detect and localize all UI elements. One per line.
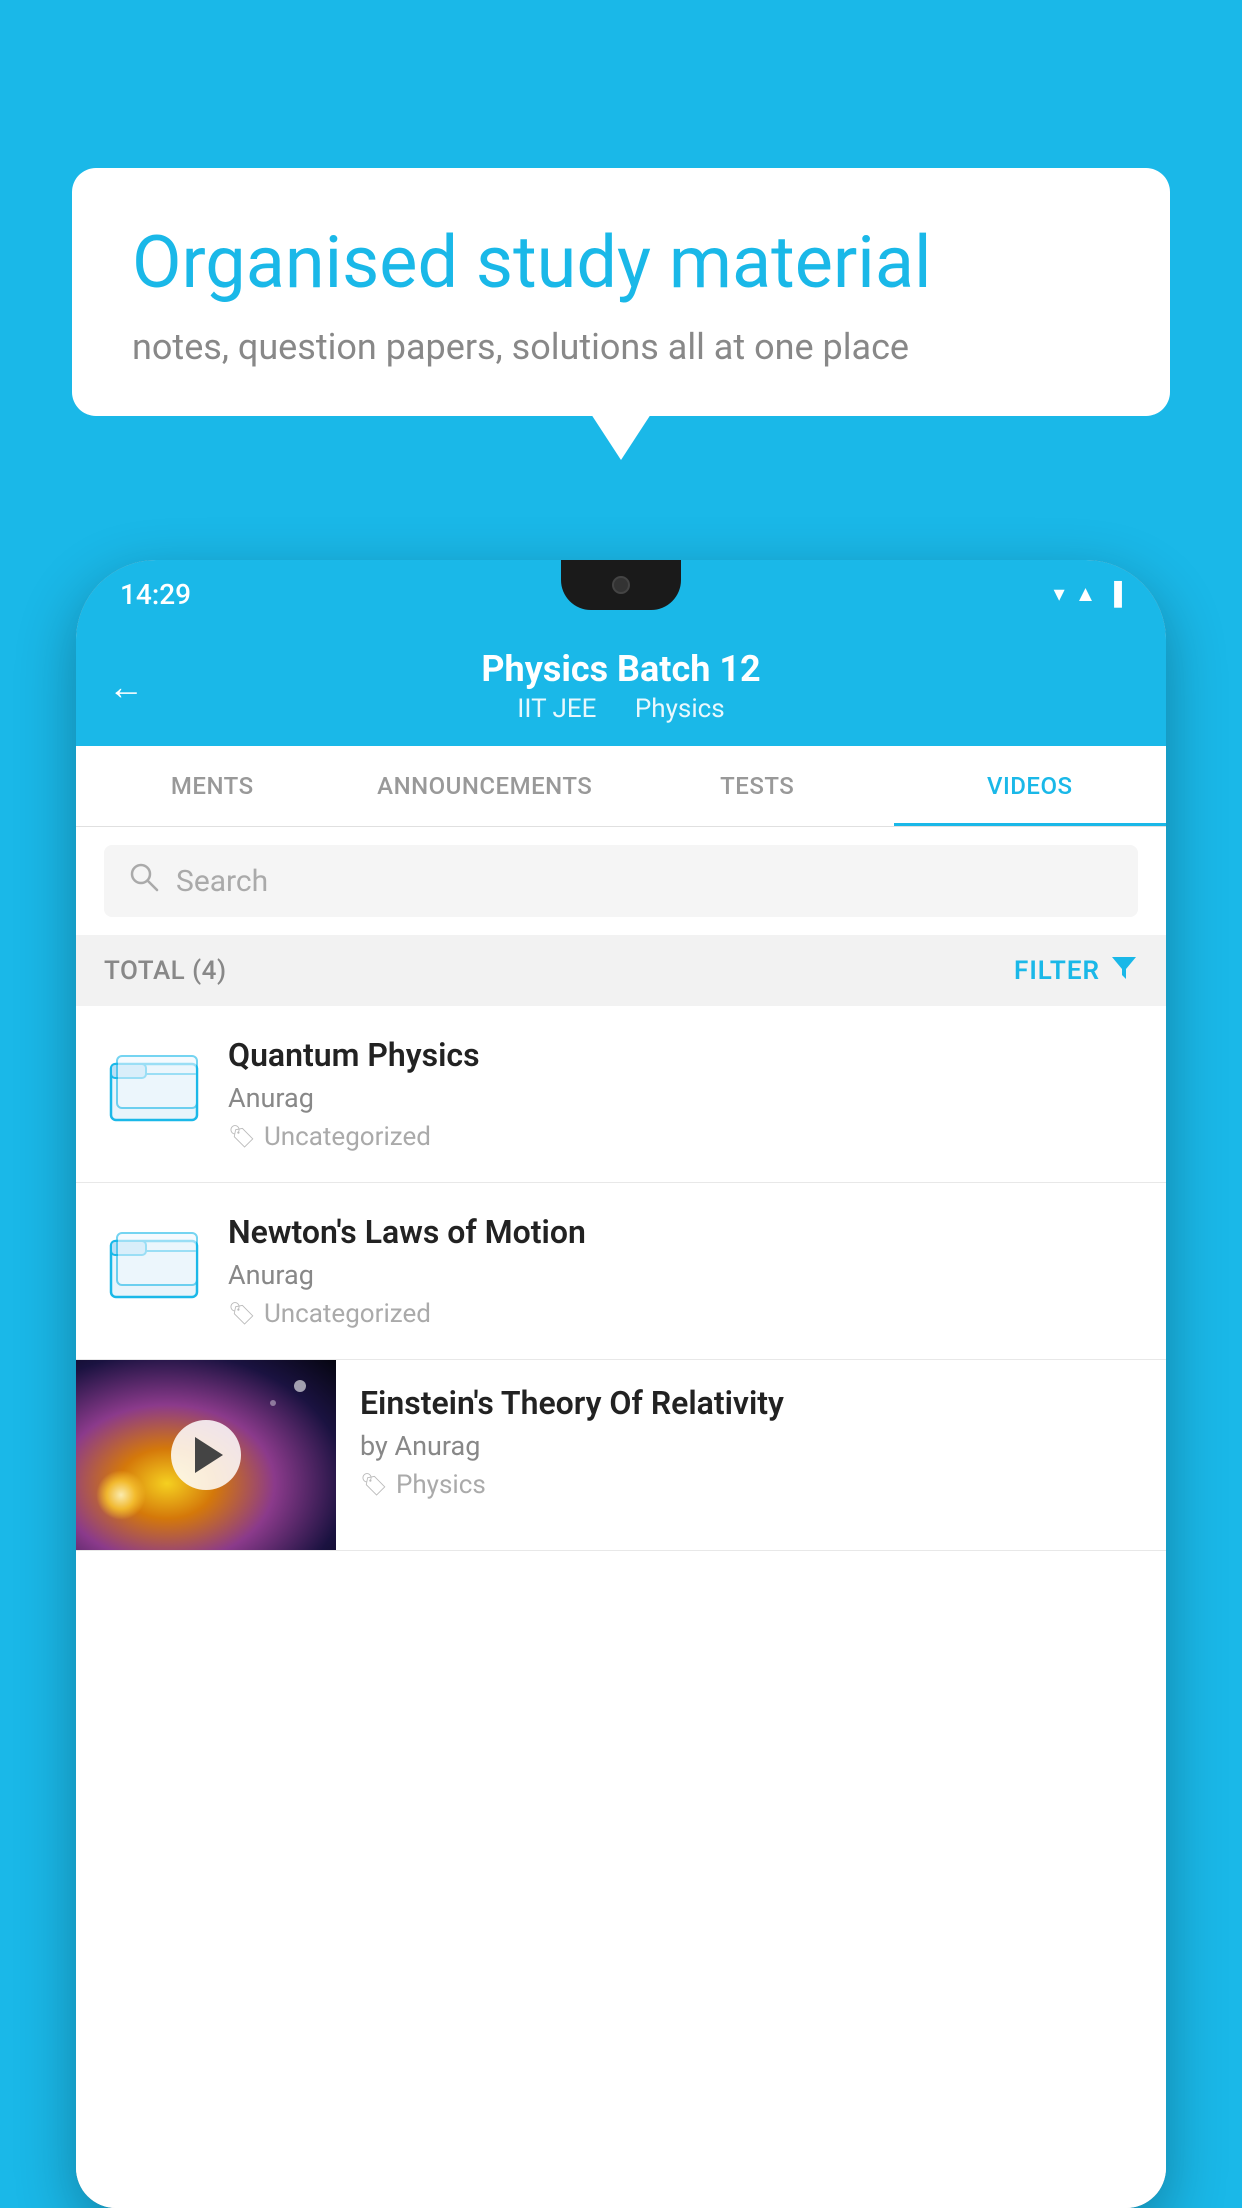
filter-icon <box>1110 953 1138 988</box>
status-icons: ▾ ▲ ▐ <box>1054 581 1122 607</box>
search-bar[interactable]: Search <box>104 845 1138 917</box>
status-bar: 14:29 ▾ ▲ ▐ <box>76 560 1166 628</box>
video-title-2: Newton's Laws of Motion <box>228 1213 1138 1251</box>
video-thumbnail-3 <box>76 1360 336 1550</box>
phone-notch <box>561 560 681 610</box>
wifi-icon: ▾ <box>1054 582 1065 607</box>
filter-button[interactable]: FILTER <box>1014 953 1138 988</box>
tab-tests[interactable]: TESTS <box>621 746 894 826</box>
tab-announcements[interactable]: ANNOUNCEMENTS <box>349 746 622 826</box>
video-title-1: Quantum Physics <box>228 1036 1138 1074</box>
video-info-2: Newton's Laws of Motion Anurag 🏷 Uncateg… <box>228 1213 1138 1329</box>
camera-dot <box>612 576 630 594</box>
video-item-3[interactable]: Einstein's Theory Of Relativity by Anura… <box>76 1360 1166 1551</box>
tag-icon-2: 🏷 <box>228 1302 256 1327</box>
video-thumb-1 <box>104 1036 204 1136</box>
video-item-2[interactable]: Newton's Laws of Motion Anurag 🏷 Uncateg… <box>76 1183 1166 1360</box>
speech-bubble-subtitle: notes, question papers, solutions all at… <box>132 326 1110 368</box>
video-tag-3: 🏷 Physics <box>360 1470 1142 1500</box>
tabs-bar: MENTS ANNOUNCEMENTS TESTS VIDEOS <box>76 746 1166 827</box>
video-title-3: Einstein's Theory Of Relativity <box>360 1384 1142 1422</box>
play-triangle-icon <box>195 1437 223 1473</box>
search-placeholder: Search <box>176 864 268 899</box>
tab-videos[interactable]: VIDEOS <box>894 746 1167 826</box>
back-button[interactable]: ← <box>108 666 144 708</box>
header-subtitle: IIT JEE Physics <box>509 694 732 724</box>
header-subtitle-left: IIT JEE <box>517 694 596 724</box>
video-author-3: by Anurag <box>360 1430 1142 1462</box>
header-title: Physics Batch 12 <box>481 648 760 690</box>
video-info-3: Einstein's Theory Of Relativity by Anura… <box>336 1360 1166 1500</box>
filter-label: FILTER <box>1014 956 1100 986</box>
video-author-1: Anurag <box>228 1082 1138 1114</box>
video-thumb-2 <box>104 1213 204 1313</box>
tag-icon-1: 🏷 <box>228 1125 256 1150</box>
speech-bubble-card: Organised study material notes, question… <box>72 168 1170 416</box>
status-time: 14:29 <box>120 578 191 611</box>
tab-ments[interactable]: MENTS <box>76 746 349 826</box>
video-info-1: Quantum Physics Anurag 🏷 Uncategorized <box>228 1036 1138 1152</box>
search-icon <box>128 861 160 901</box>
signal-icon: ▲ <box>1075 581 1097 607</box>
video-tag-2: 🏷 Uncategorized <box>228 1299 1138 1329</box>
video-item-1[interactable]: Quantum Physics Anurag 🏷 Uncategorized <box>76 1006 1166 1183</box>
header-subtitle-right: Physics <box>635 694 725 724</box>
video-list: Quantum Physics Anurag 🏷 Uncategorized <box>76 1006 1166 2208</box>
filter-bar: TOTAL (4) FILTER <box>76 935 1166 1006</box>
phone-frame: 14:29 ▾ ▲ ▐ ← Physics Batch 12 IIT JEE P… <box>76 560 1166 2208</box>
tag-icon-3: 🏷 <box>360 1473 388 1498</box>
app-header: ← Physics Batch 12 IIT JEE Physics <box>76 628 1166 746</box>
total-count: TOTAL (4) <box>104 956 227 986</box>
video-author-2: Anurag <box>228 1259 1138 1291</box>
battery-icon: ▐ <box>1106 581 1122 607</box>
speech-bubble-title: Organised study material <box>132 220 1110 306</box>
play-button-3[interactable] <box>171 1420 241 1490</box>
video-tag-1: 🏷 Uncategorized <box>228 1122 1138 1152</box>
search-bar-container: Search <box>76 827 1166 935</box>
